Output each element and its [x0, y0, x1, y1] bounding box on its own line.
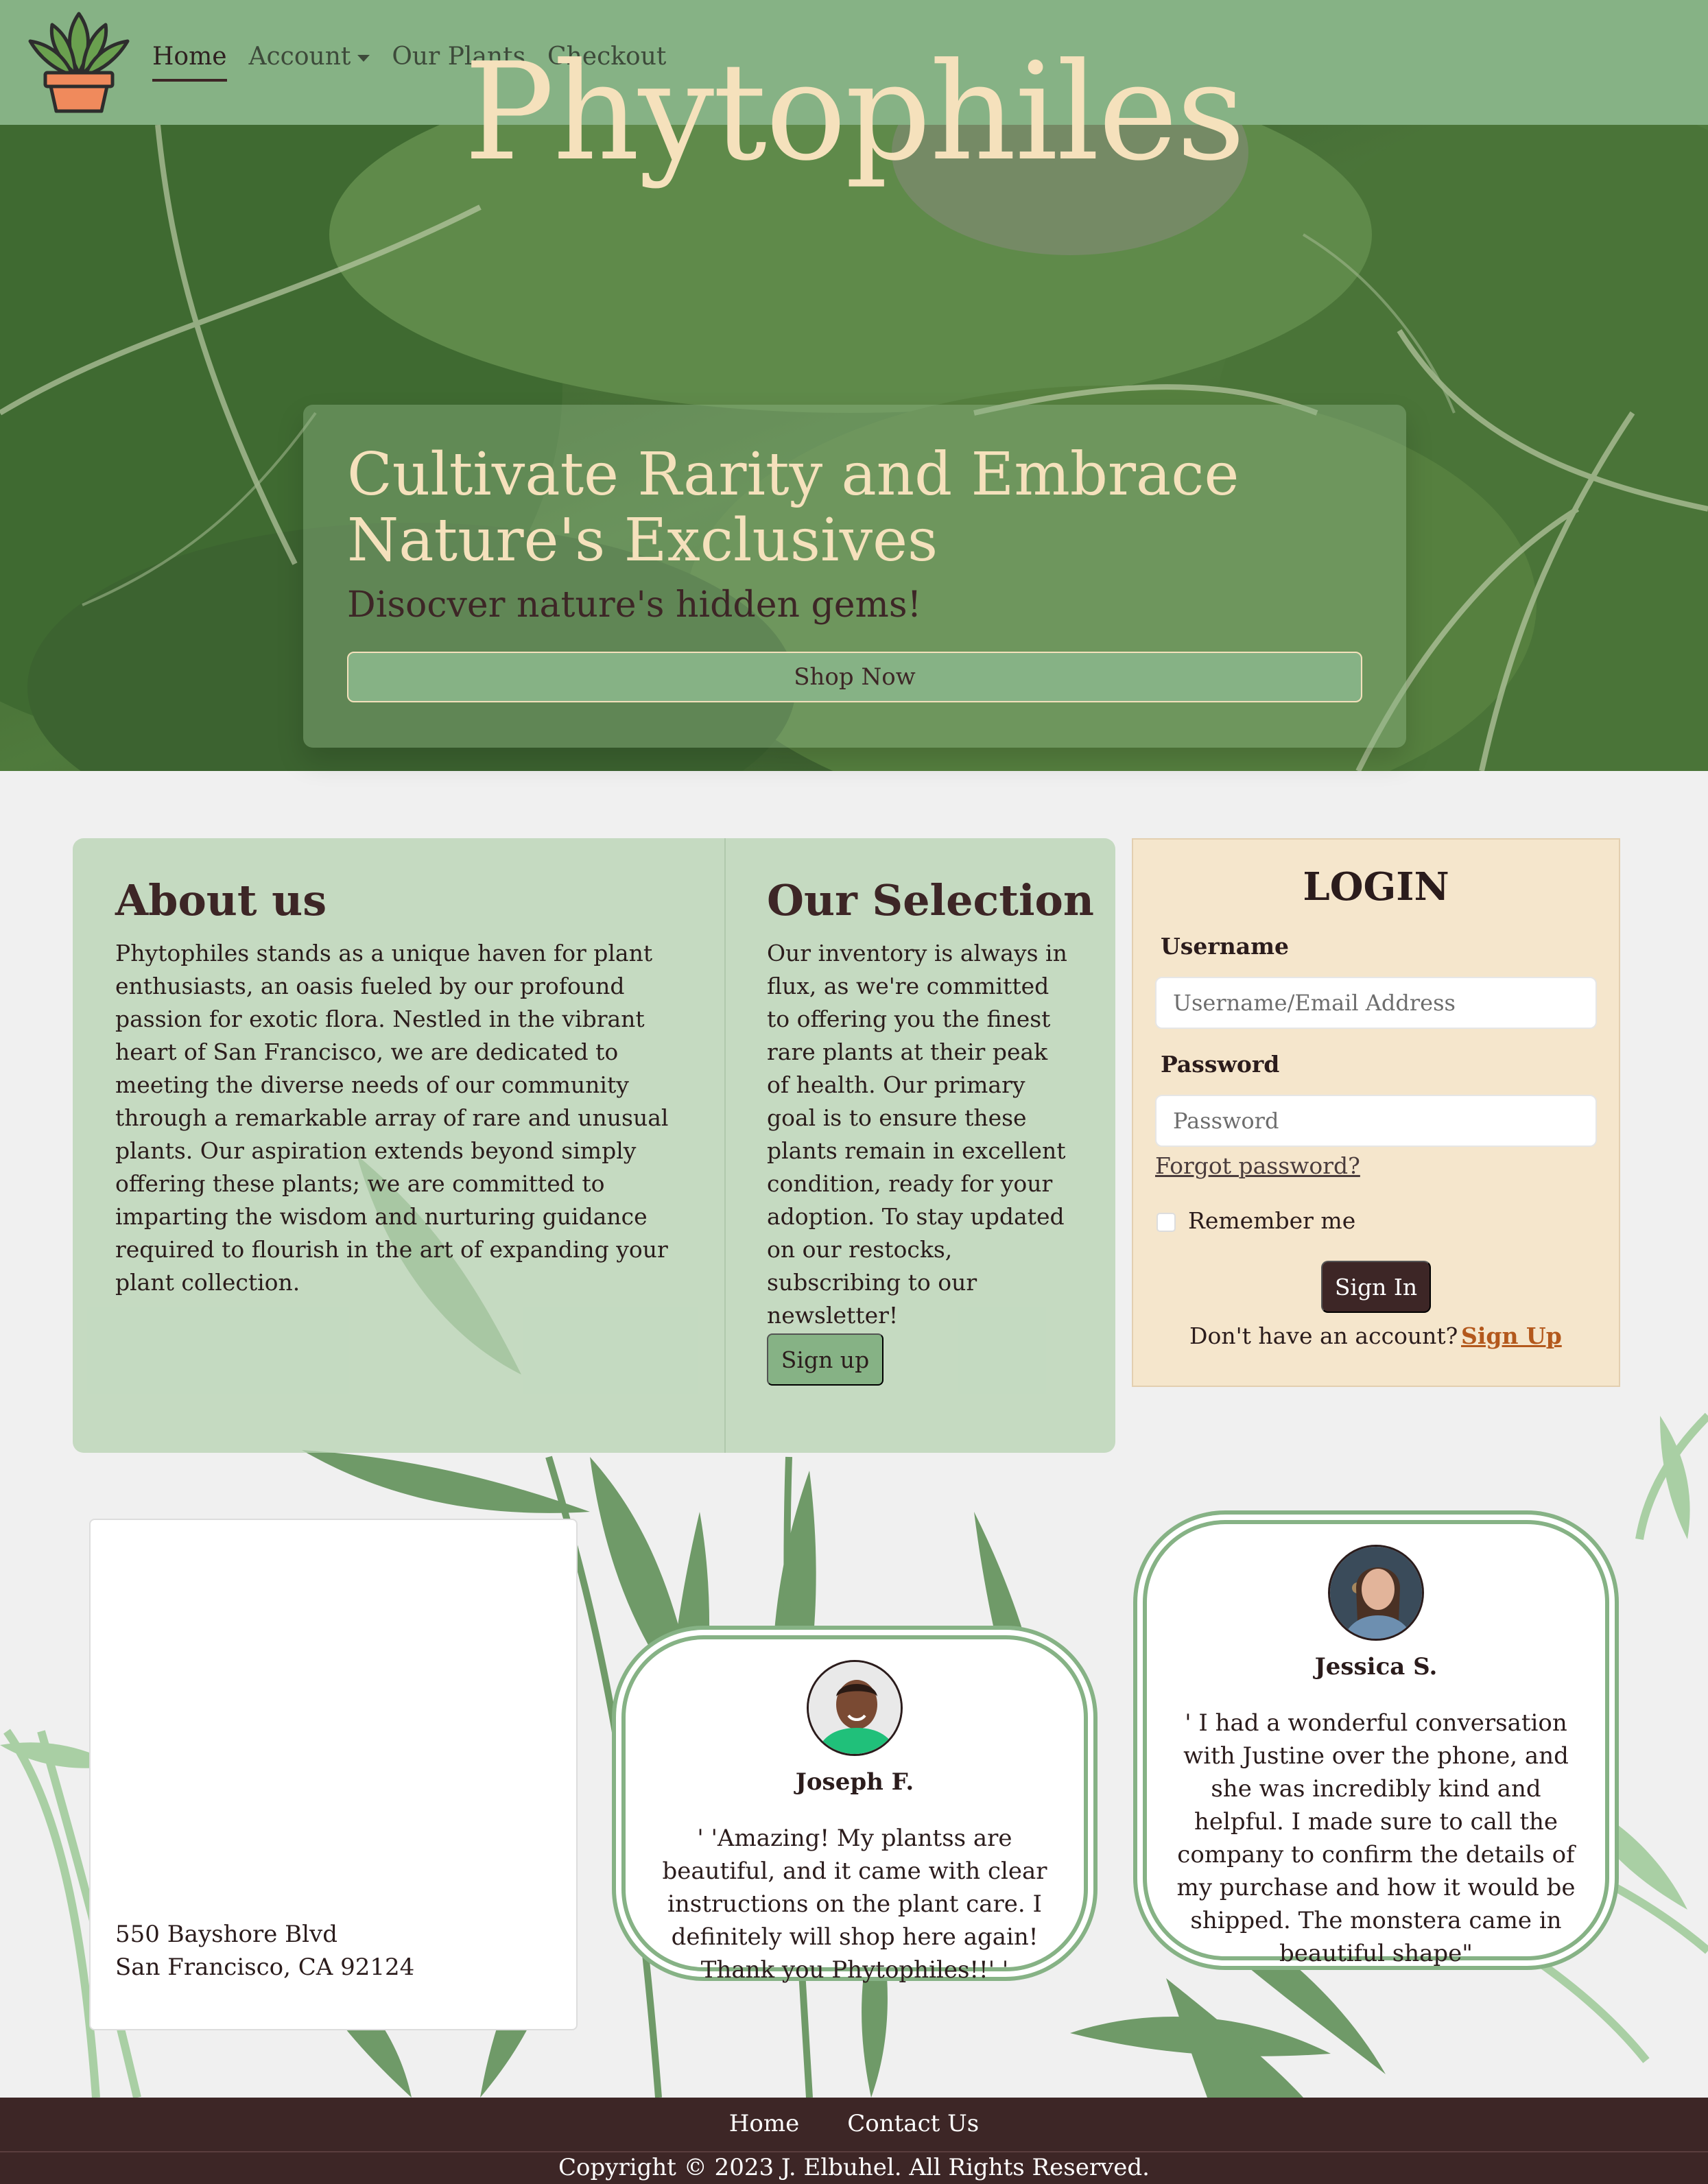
testimonial-name: Jessica S. — [1314, 1653, 1438, 1681]
testimonial-quote: ' 'Amazing! My plantss are beautiful, an… — [662, 1825, 1047, 1984]
remember-me-checkbox[interactable] — [1157, 1213, 1176, 1232]
hero-subheading: Disocver nature's hidden gems! — [347, 584, 922, 626]
forgot-password-link[interactable]: Forgot password? — [1155, 1152, 1360, 1179]
address-line1: 550 Bayshore Blvd — [115, 1921, 337, 1948]
password-label: Password — [1161, 1051, 1280, 1078]
password-input[interactable] — [1155, 1095, 1597, 1147]
footer-home-link[interactable]: Home — [729, 2110, 799, 2137]
about-text: Phytophiles stands as a unique haven for… — [115, 940, 669, 1296]
person-icon — [809, 1662, 901, 1754]
footer-links: Home Contact Us — [0, 2110, 1708, 2137]
testimonial-quote: ' I had a wonderful conversation with Ju… — [1176, 1709, 1576, 1967]
testimonial-name: Joseph F. — [795, 1768, 914, 1796]
avatar — [1328, 1545, 1424, 1641]
panel-divider — [724, 838, 726, 1453]
sign-up-link[interactable]: Sign Up — [1461, 1322, 1562, 1349]
hero-title: Phytophiles — [464, 34, 1245, 191]
footer-divider — [0, 2151, 1708, 2152]
shop-now-button[interactable]: Shop Now — [347, 652, 1362, 702]
no-account-text: Don't have an account? — [1189, 1322, 1458, 1349]
remember-me-label: Remember me — [1188, 1207, 1356, 1234]
newsletter-signup-button[interactable]: Sign up — [767, 1333, 883, 1386]
copyright-text: Copyright © 2023 J. Elbuhel. All Rights … — [558, 2154, 1150, 2181]
sign-in-button[interactable]: Sign In — [1321, 1261, 1431, 1313]
selection-text: Our inventory is always in flux, as we'r… — [767, 940, 1067, 1329]
selection-title: Our Selection — [767, 875, 1094, 925]
login-title: LOGIN — [1303, 864, 1449, 910]
address-line2: San Francisco, CA 92124 — [115, 1954, 415, 1981]
hero-heading: Cultivate Rarity and Embrace Nature's Ex… — [347, 440, 1240, 575]
about-title: About us — [115, 875, 327, 925]
footer-contact-link[interactable]: Contact Us — [847, 2110, 979, 2137]
person-icon — [1330, 1547, 1422, 1639]
avatar — [807, 1660, 903, 1756]
username-label: Username — [1161, 933, 1290, 960]
username-input[interactable] — [1155, 977, 1597, 1029]
